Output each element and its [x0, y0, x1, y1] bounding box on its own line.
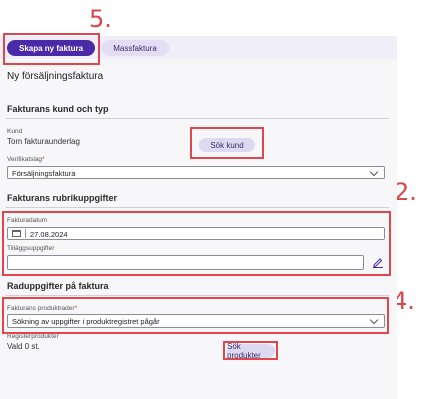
- divider: [6, 295, 389, 296]
- highlight-box-1: [190, 127, 264, 159]
- section-heading-customer: Fakturans kund och typ: [7, 104, 109, 114]
- highlight-box-5: [3, 33, 100, 65]
- highlight-box-2: [2, 211, 391, 276]
- tab-massfaktura[interactable]: Massfaktura: [101, 40, 169, 56]
- registerprodukter-value: Vald 0 st.: [7, 342, 40, 351]
- kund-value: Tom fakturaunderlag: [7, 137, 80, 146]
- verifikatslag-value: Försäljningsfaktura: [12, 169, 76, 178]
- page-title: Ny försäljningsfaktura: [7, 71, 104, 82]
- chevron-down-icon: [369, 167, 379, 177]
- highlight-box-3: [223, 341, 278, 360]
- verifikatslag-select[interactable]: Försäljningsfaktura: [7, 166, 385, 179]
- annotation-5: 5.: [89, 5, 112, 33]
- section-heading-rows: Raduppgifter på faktura: [7, 281, 109, 291]
- kund-label: Kund: [7, 128, 23, 135]
- divider: [6, 207, 389, 208]
- highlight-box-4: [2, 297, 389, 334]
- section-heading-header: Fakturans rubrikuppgifter: [7, 193, 118, 203]
- verifikatslag-label: Verifikatslag*: [7, 156, 45, 163]
- divider: [6, 118, 389, 119]
- annotation-2: 2.: [394, 178, 417, 206]
- registerprodukter-label: Registerprodukter: [7, 333, 59, 340]
